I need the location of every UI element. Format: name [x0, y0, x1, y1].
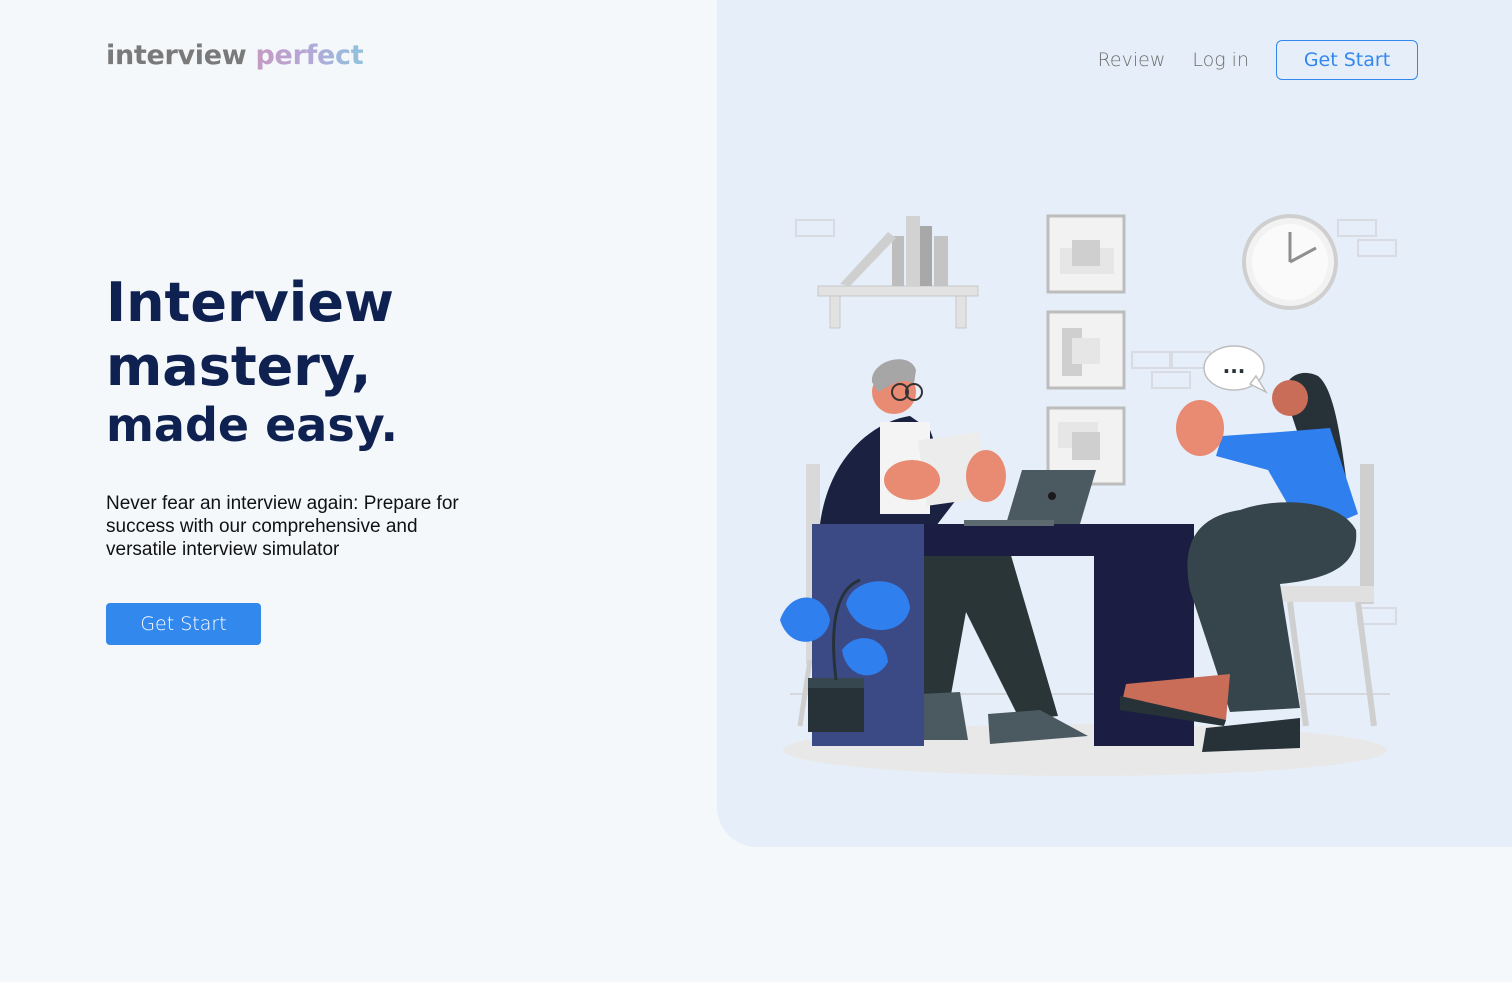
headline-line-1: Interview [106, 271, 394, 334]
top-nav: Review Log in Get Start [1098, 40, 1418, 80]
hero-description: Never fear an interview again: Prepare f… [106, 493, 459, 560]
headline-line-2: mastery, [106, 335, 372, 398]
hero-headline: Interview mastery, made easy. [106, 271, 398, 452]
brand-logo[interactable]: interview perfect [106, 40, 364, 71]
logo-word-interview: interview [106, 40, 247, 71]
speech-bubble-icon: ... [1203, 345, 1269, 394]
nav-get-start-button[interactable]: Get Start [1276, 40, 1418, 80]
clock-icon [1242, 214, 1338, 310]
wall-frames [1046, 214, 1126, 486]
logo-word-perfect: perfect [255, 40, 364, 71]
bookshelf [817, 216, 979, 329]
speech-bubble-dots: ... [1223, 354, 1246, 378]
hero-get-start-button[interactable]: Get Start [106, 603, 261, 645]
nav-login-link[interactable]: Log in [1192, 49, 1249, 71]
headline-line-3: made easy. [106, 398, 398, 452]
nav-review-link[interactable]: Review [1098, 49, 1166, 71]
interview-illustration: ... [780, 214, 1397, 776]
